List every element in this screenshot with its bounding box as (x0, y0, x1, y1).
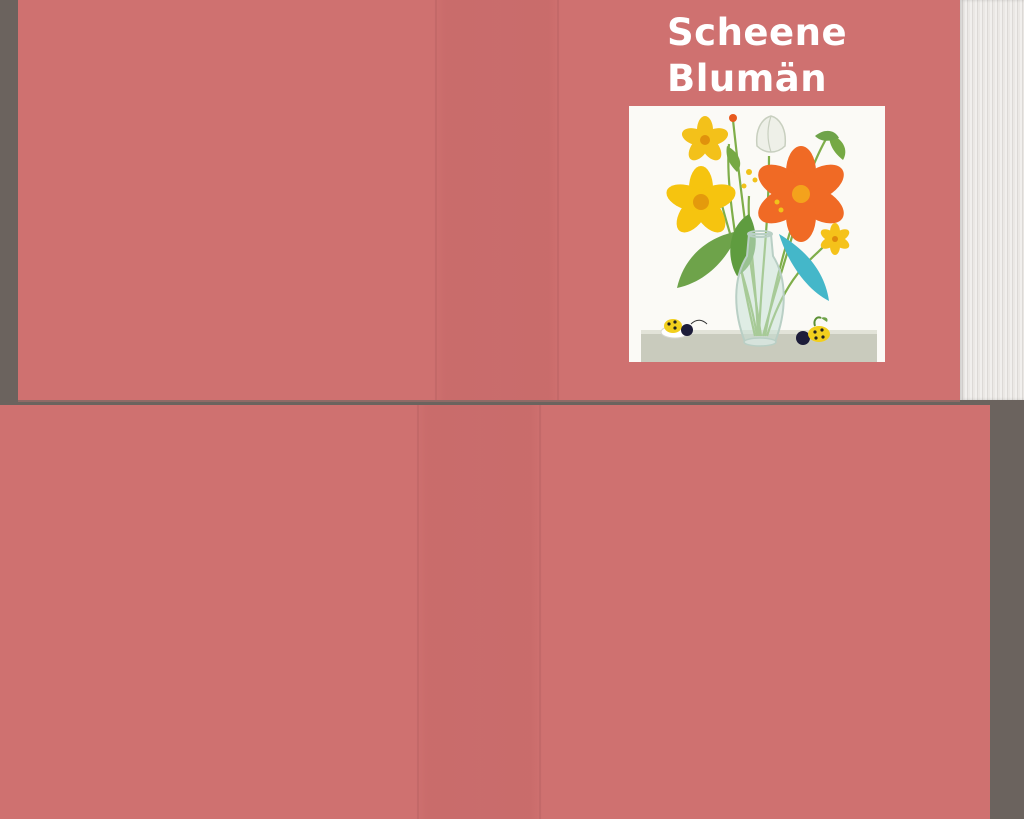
book-scene: Scheene Blumän (0, 0, 1024, 819)
white-tulip (755, 115, 787, 153)
bud-red (729, 114, 737, 122)
title-line-1: Scheene (667, 11, 848, 54)
page-edges (960, 0, 1024, 400)
leaf-left (677, 231, 739, 288)
cover-illustration (629, 106, 885, 362)
yellow-flower-right (820, 223, 850, 255)
flower-vase-icon (641, 114, 877, 362)
title-line-2: Blumän (667, 57, 828, 100)
vase-base (743, 337, 777, 347)
book-spine-lower (415, 405, 543, 819)
yellow-flower-small (681, 116, 729, 161)
book-back-cover (0, 405, 990, 819)
book-spine (433, 0, 561, 400)
book-title: Scheene Blumän (667, 10, 847, 102)
